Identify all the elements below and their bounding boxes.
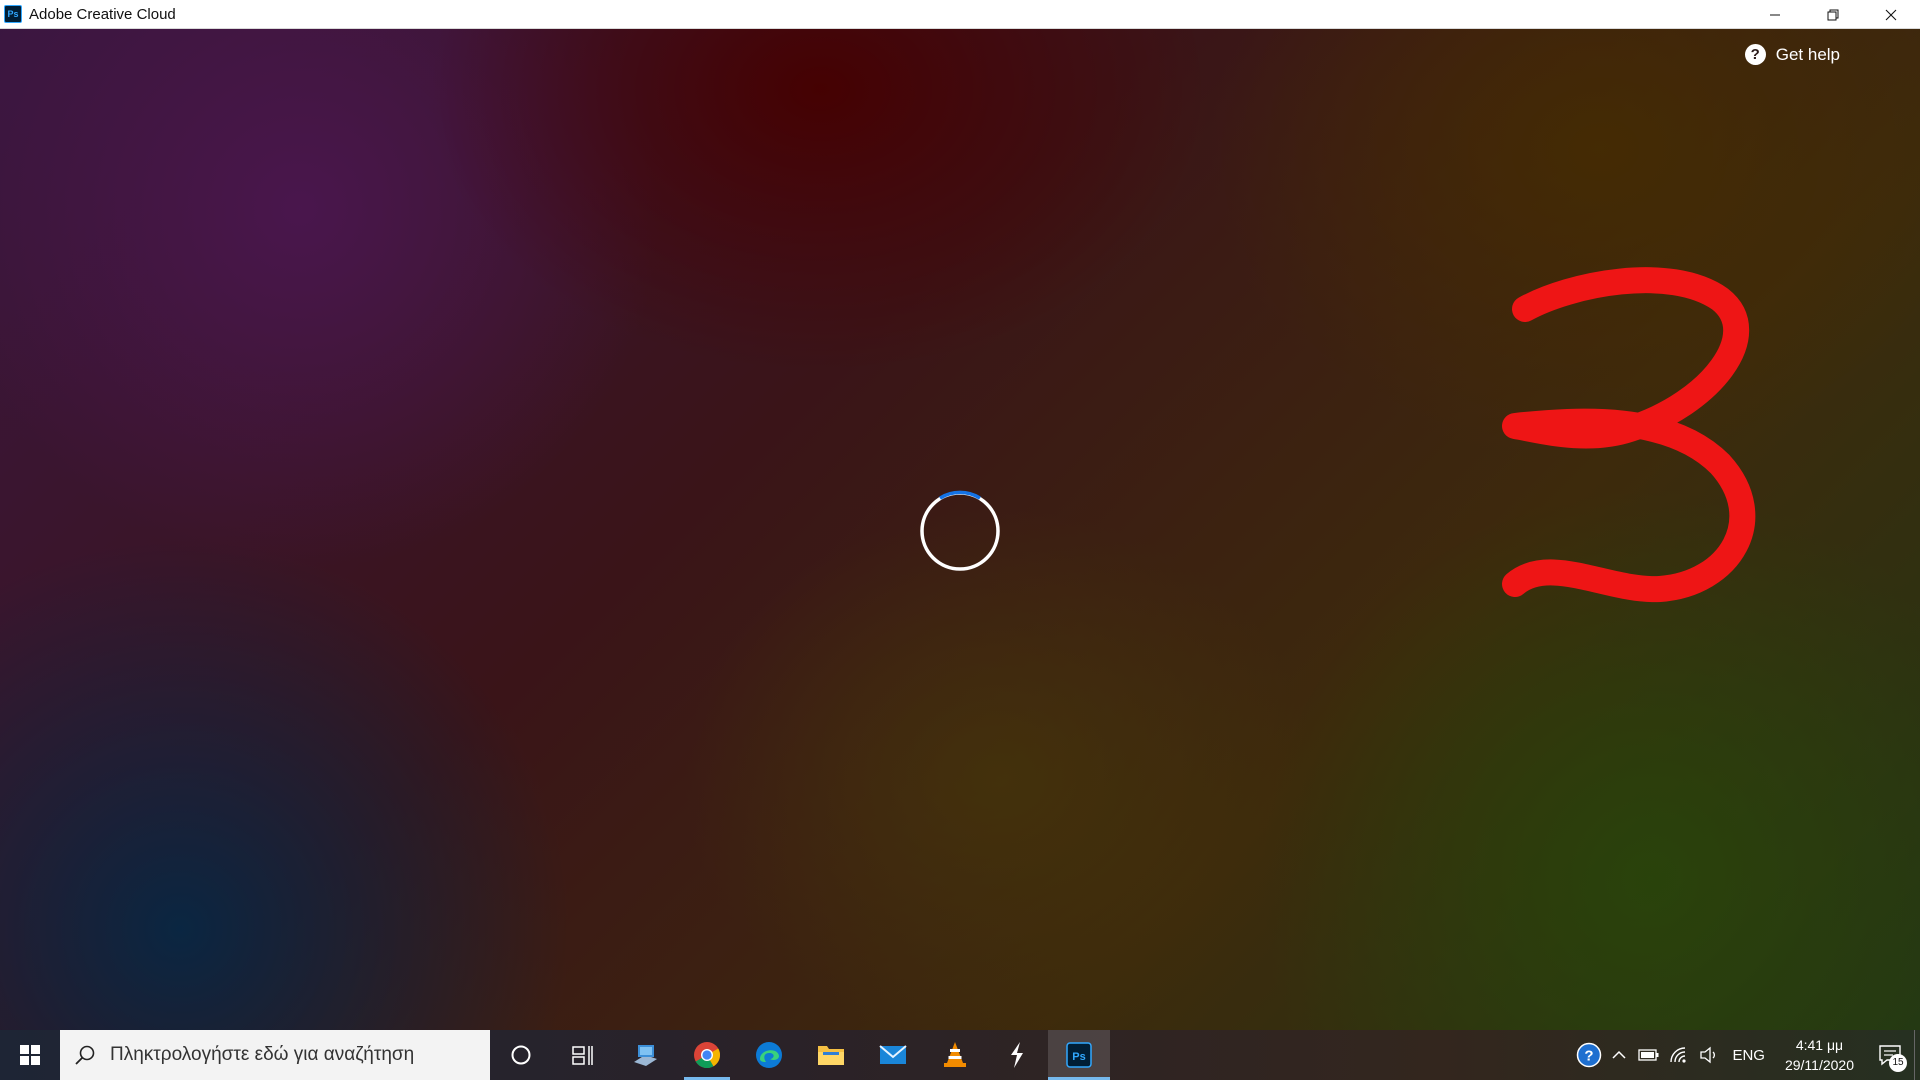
restore-icon: [1827, 9, 1839, 20]
taskbar-desktop-app[interactable]: [614, 1030, 676, 1080]
taskbar-file-explorer[interactable]: [800, 1030, 862, 1080]
notification-count-badge: 15: [1889, 1054, 1907, 1072]
minimize-icon: [1770, 14, 1780, 15]
taskbar-chrome[interactable]: [676, 1030, 738, 1080]
mail-icon: [879, 1045, 907, 1064]
creative-cloud-main: ? Get help: [0, 29, 1920, 1030]
input-language[interactable]: ENG: [1724, 1047, 1773, 1064]
vlc-cone-icon: [944, 1042, 966, 1067]
svg-text:Ps: Ps: [1072, 1051, 1085, 1063]
search-icon: [75, 1045, 95, 1065]
desktop-app-icon: [634, 1045, 657, 1066]
handwritten-number-annotation: [1502, 267, 1756, 603]
restore-button[interactable]: [1804, 0, 1862, 29]
show-hidden-icons-button[interactable]: [1604, 1030, 1634, 1080]
system-clock[interactable]: 4:41 μμ 29/11/2020: [1773, 1035, 1866, 1075]
battery-button[interactable]: [1634, 1030, 1664, 1080]
taskbar-vlc[interactable]: [924, 1030, 986, 1080]
help-icon: ?: [1744, 44, 1766, 65]
cortana-button[interactable]: [490, 1030, 552, 1080]
window-controls: [1746, 0, 1920, 29]
photoshop-icon: Ps: [1066, 1042, 1092, 1068]
minimize-button[interactable]: [1746, 0, 1804, 29]
start-button[interactable]: [0, 1030, 60, 1080]
photoshop-app-icon: Ps: [4, 5, 22, 23]
get-help-link[interactable]: ? Get help: [1744, 44, 1840, 65]
chevron-up-icon: [1612, 1050, 1626, 1059]
taskbar-photoshop[interactable]: Ps: [1048, 1030, 1110, 1080]
action-center-button[interactable]: 15: [1866, 1030, 1914, 1080]
help-circle-icon: ?: [1577, 1042, 1602, 1068]
close-button[interactable]: [1862, 0, 1920, 29]
task-view-button[interactable]: [552, 1030, 614, 1080]
show-desktop-button[interactable]: [1914, 1030, 1920, 1080]
windows-logo-icon: [20, 1045, 40, 1065]
taskbar-search-box[interactable]: Πληκτρολογήστε εδώ για αναζήτηση: [60, 1030, 490, 1080]
svg-text:?: ?: [1585, 1048, 1594, 1065]
clock-time: 4:41 μμ: [1795, 1037, 1844, 1053]
close-icon: [1885, 9, 1897, 20]
edge-icon: [756, 1042, 782, 1068]
system-tray: ? ENG 4:41 μμ 29/11/2020 15: [1574, 1030, 1920, 1080]
tray-help-app[interactable]: ?: [1574, 1030, 1604, 1080]
taskbar-edge[interactable]: [738, 1030, 800, 1080]
taskbar-app-s[interactable]: [986, 1030, 1048, 1080]
battery-icon: [1638, 1049, 1659, 1061]
network-button[interactable]: [1664, 1030, 1694, 1080]
window-title: Adobe Creative Cloud: [29, 5, 176, 23]
speaker-icon: [1700, 1046, 1716, 1064]
cortana-icon: [511, 1045, 531, 1065]
search-placeholder: Πληκτρολογήστε εδώ για αναζήτηση: [110, 1044, 415, 1065]
clock-date: 29/11/2020: [1784, 1057, 1854, 1073]
window-title-bar: Ps Adobe Creative Cloud: [0, 0, 1920, 29]
taskbar-mail[interactable]: [862, 1030, 924, 1080]
folder-icon: [818, 1046, 844, 1065]
chrome-icon: [694, 1042, 721, 1069]
windows-taskbar: Πληκτρολογήστε εδώ για αναζήτηση Ps ? EN…: [0, 1030, 1920, 1080]
volume-button[interactable]: [1694, 1030, 1724, 1080]
wifi-icon: [1670, 1047, 1687, 1063]
lightning-app-icon: [1011, 1042, 1023, 1068]
get-help-label: Get help: [1775, 44, 1840, 64]
loading-spinner: [920, 490, 1000, 571]
task-view-icon: [572, 1046, 593, 1065]
